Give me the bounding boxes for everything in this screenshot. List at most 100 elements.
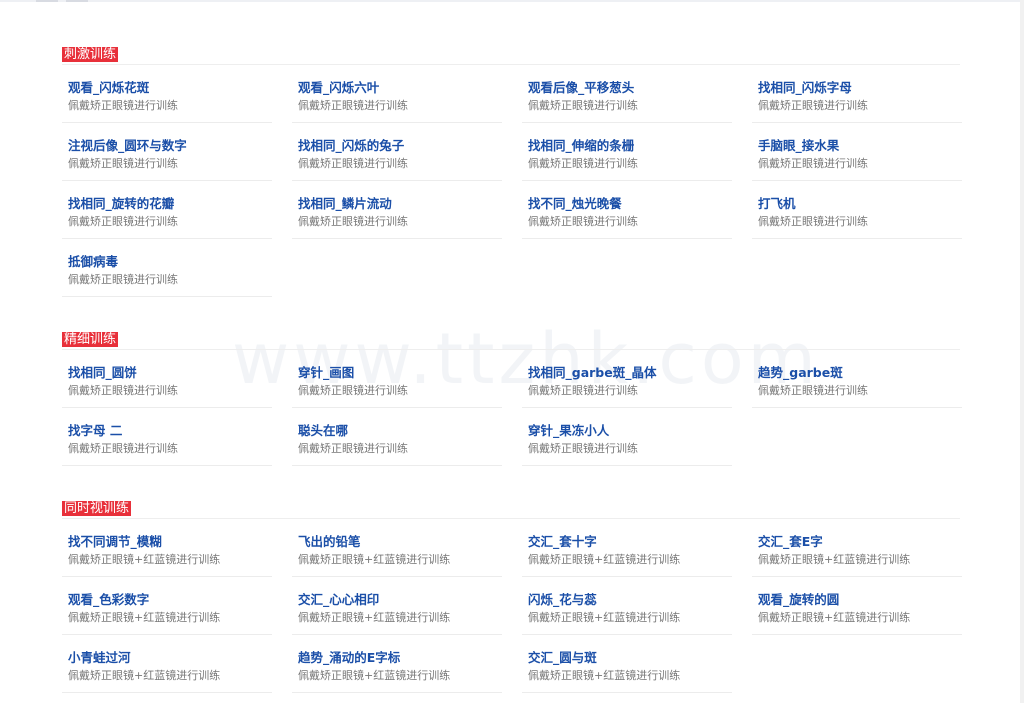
card-desc: 佩戴矫正眼镜进行训练	[758, 384, 868, 397]
card-title[interactable]: 小青蛙过河	[68, 636, 272, 666]
card-title[interactable]: 交汇_套E字	[758, 520, 962, 550]
training-card[interactable]: 交汇_心心相印佩戴矫正眼镜+红蓝镜进行训练	[292, 578, 502, 635]
card-desc: 佩戴矫正眼镜进行训练	[68, 273, 178, 286]
card-desc: 佩戴矫正眼镜+红蓝镜进行训练	[298, 553, 451, 566]
training-card[interactable]: 聪头在哪佩戴矫正眼镜进行训练	[292, 409, 502, 466]
card-desc: 佩戴矫正眼镜进行训练	[68, 99, 178, 112]
card-desc: 佩戴矫正眼镜+红蓝镜进行训练	[298, 669, 451, 682]
card-desc: 佩戴矫正眼镜进行训练	[68, 442, 178, 455]
training-card[interactable]: 小青蛙过河佩戴矫正眼镜+红蓝镜进行训练	[62, 636, 272, 693]
training-card[interactable]: 找相同_旋转的花瓣佩戴矫正眼镜进行训练	[62, 182, 272, 239]
training-card[interactable]: 闪烁_花与蕊佩戴矫正眼镜+红蓝镜进行训练	[522, 578, 732, 635]
training-card[interactable]: 观看_闪烁花斑佩戴矫正眼镜进行训练	[62, 66, 272, 123]
training-card[interactable]: 找不同_烛光晚餐佩戴矫正眼镜进行训练	[522, 182, 732, 239]
card-desc: 佩戴矫正眼镜进行训练	[528, 384, 638, 397]
card-desc: 佩戴矫正眼镜+红蓝镜进行训练	[758, 611, 911, 624]
scrollbar[interactable]	[1020, 0, 1024, 703]
training-card[interactable]: 找相同_圆饼佩戴矫正眼镜进行训练	[62, 351, 272, 408]
card-grid: 找不同调节_模糊佩戴矫正眼镜+红蓝镜进行训练 飞出的铅笔佩戴矫正眼镜+红蓝镜进行…	[62, 519, 962, 693]
training-card[interactable]: 飞出的铅笔佩戴矫正眼镜+红蓝镜进行训练	[292, 520, 502, 577]
training-card[interactable]: 找相同_garbe斑_晶体佩戴矫正眼镜进行训练	[522, 351, 732, 408]
card-grid: 找相同_圆饼佩戴矫正眼镜进行训练 穿针_画图佩戴矫正眼镜进行训练 找相同_gar…	[62, 350, 962, 466]
card-desc: 佩戴矫正眼镜进行训练	[298, 384, 408, 397]
card-title[interactable]: 找相同_闪烁字母	[758, 66, 962, 96]
top-tab	[66, 0, 88, 2]
card-title[interactable]: 找相同_鳞片流动	[298, 182, 502, 212]
card-title[interactable]: 找相同_garbe斑_晶体	[528, 351, 732, 381]
card-desc: 佩戴矫正眼镜进行训练	[68, 384, 178, 397]
card-title[interactable]: 找相同_伸缩的条栅	[528, 124, 732, 154]
training-card[interactable]: 穿针_果冻小人佩戴矫正眼镜进行训练	[522, 409, 732, 466]
card-title[interactable]: 交汇_心心相印	[298, 578, 502, 608]
training-card[interactable]: 穿针_画图佩戴矫正眼镜进行训练	[292, 351, 502, 408]
card-desc: 佩戴矫正眼镜进行训练	[68, 215, 178, 228]
card-desc: 佩戴矫正眼镜进行训练	[68, 157, 178, 170]
training-card[interactable]: 找不同调节_模糊佩戴矫正眼镜+红蓝镜进行训练	[62, 520, 272, 577]
training-card[interactable]: 观看后像_平移葱头佩戴矫正眼镜进行训练	[522, 66, 732, 123]
card-title[interactable]: 聪头在哪	[298, 409, 502, 439]
card-title[interactable]: 找相同_闪烁的兔子	[298, 124, 502, 154]
card-desc: 佩戴矫正眼镜+红蓝镜进行训练	[528, 669, 681, 682]
training-card[interactable]: 观看_色彩数字佩戴矫正眼镜+红蓝镜进行训练	[62, 578, 272, 635]
card-title[interactable]: 观看_色彩数字	[68, 578, 272, 608]
card-desc: 佩戴矫正眼镜进行训练	[298, 442, 408, 455]
card-desc: 佩戴矫正眼镜+红蓝镜进行训练	[68, 669, 221, 682]
card-title[interactable]: 观看_旋转的圆	[758, 578, 962, 608]
training-card[interactable]: 交汇_圆与斑佩戴矫正眼镜+红蓝镜进行训练	[522, 636, 732, 693]
training-card[interactable]: 观看_旋转的圆佩戴矫正眼镜+红蓝镜进行训练	[752, 578, 962, 635]
training-card[interactable]: 找相同_伸缩的条栅 佩戴矫正眼镜进行训练	[522, 124, 732, 181]
training-card[interactable]: 趋势_garbe斑佩戴矫正眼镜进行训练	[752, 351, 962, 408]
training-card[interactable]: 打飞机佩戴矫正眼镜进行训练	[752, 182, 962, 239]
card-title[interactable]: 找不同调节_模糊	[68, 520, 272, 550]
card-title[interactable]: 打飞机	[758, 182, 962, 212]
card-desc: 佩戴矫正眼镜+红蓝镜进行训练	[68, 553, 221, 566]
card-title[interactable]: 交汇_套十字	[528, 520, 732, 550]
card-desc: 佩戴矫正眼镜进行训练	[758, 99, 868, 112]
training-card[interactable]: 找相同_闪烁的兔子佩戴矫正眼镜进行训练	[292, 124, 502, 181]
card-desc: 佩戴矫正眼镜进行训练	[758, 157, 868, 170]
card-title[interactable]: 抵御病毒	[68, 240, 272, 270]
card-desc: 佩戴矫正眼镜+红蓝镜进行训练	[528, 553, 681, 566]
training-card[interactable]: 交汇_套E字佩戴矫正眼镜+红蓝镜进行训练	[752, 520, 962, 577]
card-title[interactable]: 穿针_果冻小人	[528, 409, 732, 439]
training-card[interactable]: 手脑眼_接水果佩戴矫正眼镜进行训练	[752, 124, 962, 181]
top-strip	[0, 0, 1024, 2]
card-title[interactable]: 趋势_garbe斑	[758, 351, 962, 381]
card-title[interactable]: 找相同_旋转的花瓣	[68, 182, 272, 212]
training-card[interactable]: 交汇_套十字佩戴矫正眼镜+红蓝镜进行训练	[522, 520, 732, 577]
card-desc: 佩戴矫正眼镜进行训练	[528, 99, 638, 112]
training-card[interactable]: 注视后像_圆环与数字佩戴矫正眼镜进行训练	[62, 124, 272, 181]
training-card[interactable]: 找相同_鳞片流动 佩戴矫正眼镜进行训练	[292, 182, 502, 239]
card-title[interactable]: 手脑眼_接水果	[758, 124, 962, 154]
card-title[interactable]: 找字母 二	[68, 409, 272, 439]
training-card[interactable]: 找字母 二佩戴矫正眼镜进行训练	[62, 409, 272, 466]
card-grid: 观看_闪烁花斑佩戴矫正眼镜进行训练 观看_闪烁六叶佩戴矫正眼镜进行训练 观看后像…	[62, 65, 962, 297]
training-card[interactable]: 抵御病毒佩戴矫正眼镜进行训练	[62, 240, 272, 297]
section-stimulus: 刺激训练 观看_闪烁花斑 佩戴矫正眼镜进行训练 观看_闪烁六叶 佩戴矫正眼镜进行训练…	[62, 43, 962, 297]
section-title: 同时视训练	[62, 501, 132, 516]
card-desc: 佩戴矫正眼镜进行训练	[528, 215, 638, 228]
card-title[interactable]: 观看_闪烁六叶	[298, 66, 502, 96]
card-desc: 佩戴矫正眼镜进行训练	[298, 157, 408, 170]
card-desc: 佩戴矫正眼镜进行训练	[298, 99, 408, 112]
card-desc: 佩戴矫正眼镜进行训练	[758, 215, 868, 228]
card-title[interactable]: 飞出的铅笔	[298, 520, 502, 550]
card-title[interactable]: 穿针_画图	[298, 351, 502, 381]
card-title[interactable]: 观看_闪烁花斑	[68, 66, 272, 96]
card-title[interactable]: 找不同_烛光晚餐	[528, 182, 732, 212]
training-card[interactable]: 找相同_闪烁字母佩戴矫正眼镜进行训练	[752, 66, 962, 123]
card-title[interactable]: 闪烁_花与蕊	[528, 578, 732, 608]
training-card[interactable]: 趋势_涌动的E字标佩戴矫正眼镜+红蓝镜进行训练	[292, 636, 502, 693]
card-title[interactable]: 注视后像_圆环与数字	[68, 124, 272, 154]
page: www.ttzhk.com 刺激训练 观看_闪烁花斑 佩戴矫正眼镜进行训练 观看_…	[0, 0, 1024, 703]
card-desc: 佩戴矫正眼镜+红蓝镜进行训练	[528, 611, 681, 624]
card-title[interactable]: 趋势_涌动的E字标	[298, 636, 502, 666]
card-title[interactable]: 交汇_圆与斑	[528, 636, 732, 666]
card-desc: 佩戴矫正眼镜+红蓝镜进行训练	[298, 611, 451, 624]
card-desc: 佩戴矫正眼镜进行训练	[528, 442, 638, 455]
card-title[interactable]: 找相同_圆饼	[68, 351, 272, 381]
card-desc: 佩戴矫正眼镜+红蓝镜进行训练	[758, 553, 911, 566]
card-desc: 佩戴矫正眼镜+红蓝镜进行训练	[68, 611, 221, 624]
card-title[interactable]: 观看后像_平移葱头	[528, 66, 732, 96]
training-card[interactable]: 观看_闪烁六叶佩戴矫正眼镜进行训练	[292, 66, 502, 123]
